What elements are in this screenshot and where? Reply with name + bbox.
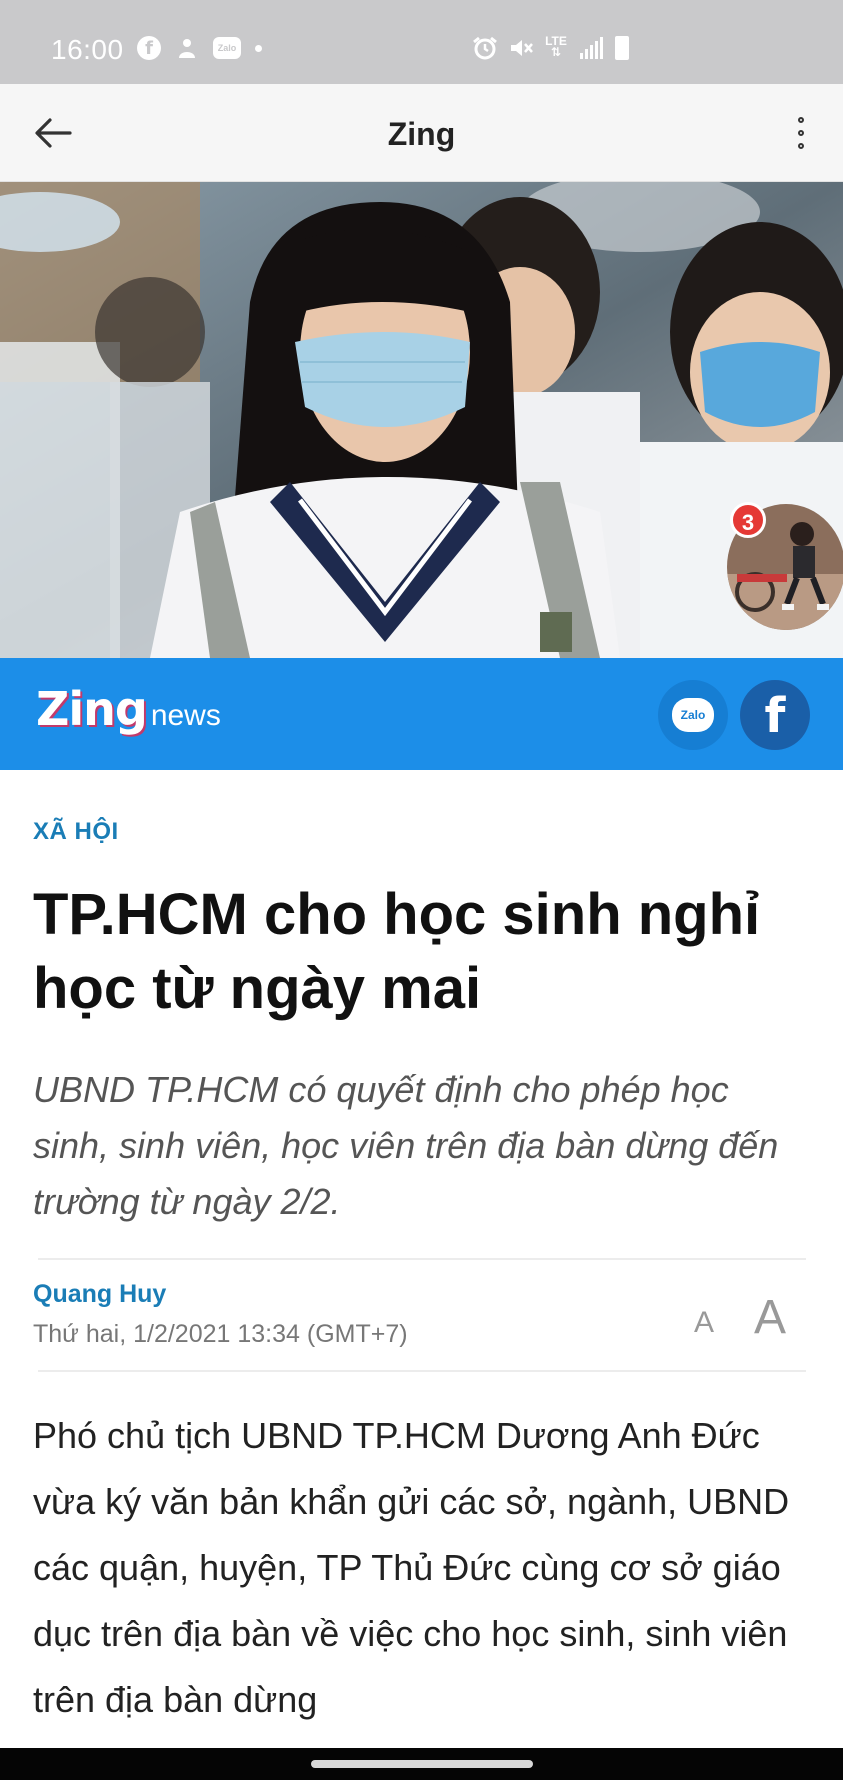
notification-icons: f Zalo xyxy=(137,36,262,60)
lte-label: LTE xyxy=(545,34,567,48)
more-vertical-icon xyxy=(798,117,804,123)
font-size-increase-button[interactable]: A xyxy=(754,1290,786,1345)
font-size-decrease-button[interactable]: A xyxy=(694,1306,714,1340)
navigation-bar xyxy=(0,1748,843,1780)
article-date: Thứ hai, 1/2/2021 13:34 (GMT+7) xyxy=(33,1320,408,1348)
home-gesture-pill[interactable] xyxy=(311,1760,533,1768)
article-hero-image xyxy=(0,182,843,658)
share-facebook-button[interactable]: f xyxy=(740,680,810,750)
chat-head-badge: 3 xyxy=(730,502,766,538)
article-headline: TP.HCM cho học sinh nghỉ học từ ngày mai xyxy=(33,882,761,1021)
dot-icon xyxy=(255,44,262,52)
zing-news-logo[interactable]: Zing news xyxy=(36,682,221,736)
more-options-button[interactable] xyxy=(781,110,821,156)
status-bar: 16:00 f Zalo LTE ⇅ xyxy=(0,0,843,84)
article-author[interactable]: Quang Huy xyxy=(33,1280,166,1309)
article-body: Phó chủ tịch UBND TP.HCM Dương Anh Đức v… xyxy=(33,1415,790,1720)
divider xyxy=(38,1258,806,1260)
battery-icon xyxy=(615,36,629,60)
messenger-icon xyxy=(175,36,199,60)
share-zalo-button[interactable]: Zalo xyxy=(658,680,728,750)
facebook-icon: f xyxy=(137,36,161,60)
app-title: Zing xyxy=(387,116,456,152)
brand-news: news xyxy=(150,699,221,732)
divider xyxy=(38,1370,806,1372)
brand-zing: Zing xyxy=(36,682,148,736)
status-time: 16:00 xyxy=(51,34,124,65)
signal-icon xyxy=(580,37,603,59)
article-sapo: UBND TP.HCM có quyết định cho phép học s… xyxy=(33,1069,779,1222)
lte-icon: LTE ⇅ xyxy=(545,34,567,59)
zing-news-banner: Zing news Zalo f xyxy=(0,658,843,770)
zalo-icon: Zalo xyxy=(213,37,241,59)
system-icons: LTE ⇅ xyxy=(472,34,629,60)
alarm-icon xyxy=(472,36,497,60)
article-category[interactable]: XÃ HỘI xyxy=(33,818,119,846)
facebook-icon: f xyxy=(764,688,786,744)
mute-icon xyxy=(508,36,533,60)
app-bar: Zing xyxy=(0,84,843,182)
zalo-icon: Zalo xyxy=(672,698,714,732)
